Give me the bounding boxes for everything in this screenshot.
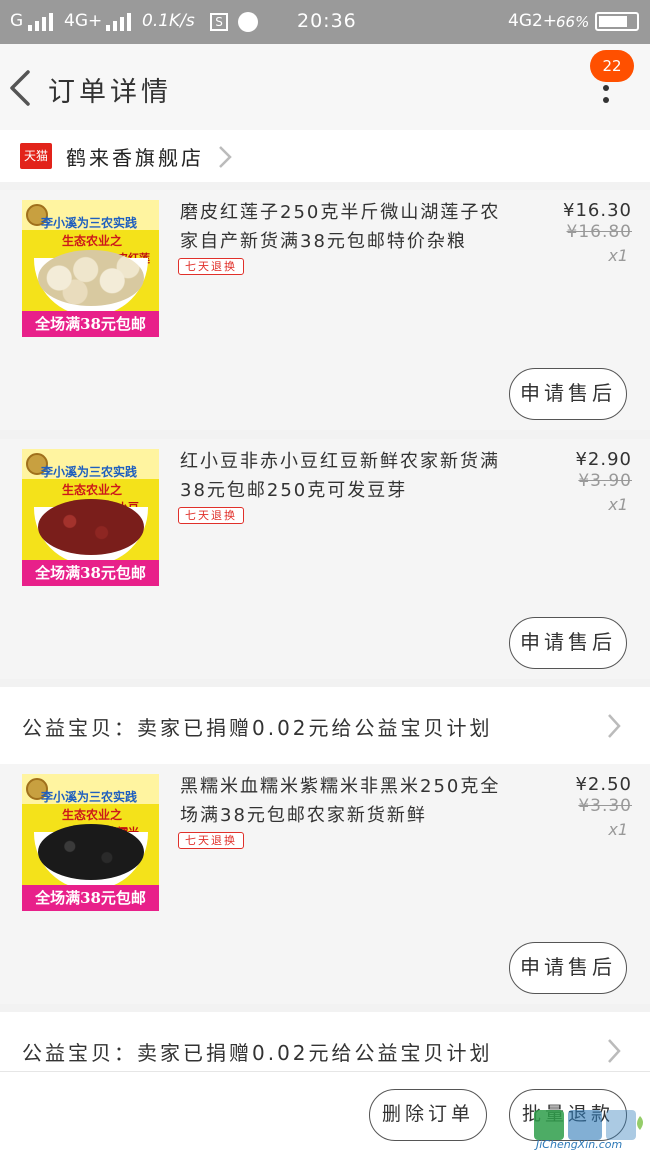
- network-type-2: 4G2+: [508, 11, 558, 31]
- quantity: x1: [608, 820, 628, 839]
- chevron-right-icon[interactable]: [605, 711, 623, 741]
- battery-percent: 66%: [556, 13, 590, 31]
- shop-row[interactable]: 天猫 鹤来香旗舰店: [0, 130, 650, 182]
- image-slogan-2: 生态农业之: [62, 808, 123, 822]
- quantity: x1: [608, 246, 628, 265]
- title-bar: 订单详情 22: [0, 44, 650, 130]
- product-image[interactable]: 李小溪为三农实践 生态农业之 红小豆 全场满38元包邮: [22, 449, 159, 586]
- product-price: ¥2.90: [575, 449, 632, 470]
- image-footer: 全场满38元包邮: [22, 560, 159, 586]
- order-item[interactable]: 李小溪为三农实践 生态农业之 磨皮红莲 全场满38元包邮 磨皮红莲子250克半斤…: [0, 190, 650, 430]
- signal-indicator: G: [10, 11, 24, 31]
- app-notification-icon: [238, 12, 258, 32]
- charity-text: 公益宝贝：卖家已捐赠0.02元给公益宝贝计划: [22, 1041, 493, 1065]
- message-badge[interactable]: 22: [590, 50, 634, 82]
- product-image[interactable]: 李小溪为三农实践 生态农业之 紫糯米 全场满38元包邮: [22, 774, 159, 911]
- signal-bars-2-icon: [106, 13, 131, 31]
- product-name[interactable]: 黑糯米血糯米紫糯米非黑米250克全场满38元包邮农家新货新鲜: [180, 772, 520, 830]
- chevron-right-icon[interactable]: [605, 1036, 623, 1066]
- shop-name[interactable]: 鹤来香旗舰店: [66, 142, 204, 171]
- chevron-right-icon[interactable]: [216, 143, 234, 171]
- return-policy-tag: 七天退换: [178, 832, 244, 849]
- status-bar: G 4G+ 0.1K/s S 20:36 4G2+ 66%: [0, 0, 650, 44]
- original-price: ¥3.30: [578, 796, 632, 816]
- product-image[interactable]: 李小溪为三农实践 生态农业之 磨皮红莲 全场满38元包邮: [22, 200, 159, 337]
- product-name[interactable]: 磨皮红莲子250克半斤微山湖莲子农家自产新货满38元包邮特价杂粮: [180, 198, 520, 256]
- image-slogan-2: 生态农业之: [62, 483, 123, 497]
- more-menu-icon[interactable]: [598, 80, 614, 106]
- signal-bars-icon: [28, 13, 53, 31]
- return-policy-tag: 七天退换: [178, 507, 244, 524]
- order-item[interactable]: 李小溪为三农实践 生态农业之 紫糯米 全场满38元包邮 黑糯米血糯米紫糯米非黑米…: [0, 764, 650, 1004]
- charity-row[interactable]: 公益宝贝：卖家已捐赠0.02元给公益宝贝计划: [0, 687, 650, 765]
- quantity: x1: [608, 495, 628, 514]
- image-slogan: 李小溪为三农实践: [40, 790, 137, 804]
- network-speed: 0.1K/s: [142, 11, 195, 31]
- page-title: 订单详情: [48, 77, 172, 108]
- lotus-seeds-icon: [38, 250, 144, 306]
- s-notification-icon: S: [210, 13, 228, 31]
- delete-order-button[interactable]: 删除订单: [369, 1089, 487, 1141]
- after-sale-button[interactable]: 申请售后: [509, 942, 627, 994]
- product-price: ¥2.50: [575, 774, 632, 795]
- image-footer: 全场满38元包邮: [22, 885, 159, 911]
- red-beans-icon: [38, 499, 144, 555]
- original-price: ¥3.90: [578, 471, 632, 491]
- image-slogan: 李小溪为三农实践: [40, 216, 137, 230]
- charity-text: 公益宝贝：卖家已捐赠0.02元给公益宝贝计划: [22, 716, 493, 740]
- return-policy-tag: 七天退换: [178, 258, 244, 275]
- image-slogan-2: 生态农业之: [62, 234, 123, 248]
- black-rice-icon: [38, 824, 144, 880]
- product-name[interactable]: 红小豆非赤小豆红豆新鲜农家新货满38元包邮250克可发豆芽: [180, 447, 520, 505]
- image-footer: 全场满38元包邮: [22, 311, 159, 337]
- battery-icon: [595, 12, 639, 31]
- original-price: ¥16.80: [566, 222, 632, 242]
- order-item[interactable]: 李小溪为三农实践 生态农业之 红小豆 全场满38元包邮 红小豆非赤小豆红豆新鲜农…: [0, 439, 650, 679]
- after-sale-button[interactable]: 申请售后: [509, 368, 627, 420]
- product-price: ¥16.30: [563, 200, 632, 221]
- network-type: 4G+: [64, 11, 103, 31]
- image-slogan: 李小溪为三农实践: [40, 465, 137, 479]
- clock: 20:36: [297, 10, 357, 32]
- back-arrow-icon[interactable]: [6, 68, 36, 108]
- after-sale-button[interactable]: 申请售后: [509, 617, 627, 669]
- tmall-badge: 天猫: [20, 143, 52, 169]
- watermark-text: JiChengXin.com: [536, 1138, 623, 1151]
